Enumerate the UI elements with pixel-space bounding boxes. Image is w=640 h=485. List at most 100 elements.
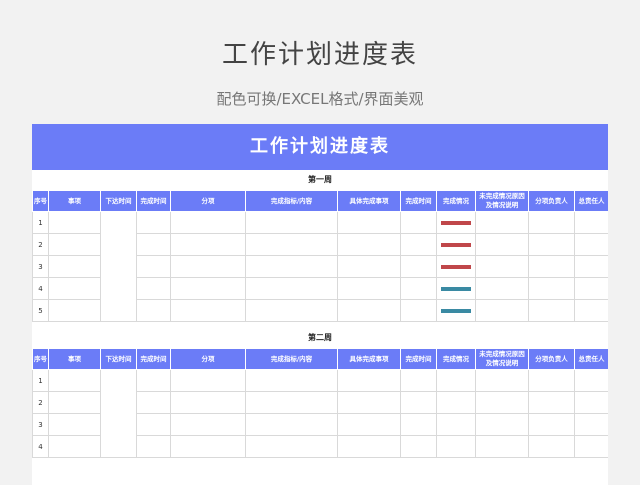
table-cell[interactable] xyxy=(170,299,246,322)
table-cell[interactable] xyxy=(400,413,437,436)
table-cell[interactable] xyxy=(48,255,101,278)
table-cell[interactable] xyxy=(170,233,246,256)
table-cell[interactable] xyxy=(337,369,401,392)
table-cell[interactable] xyxy=(475,277,529,300)
table-cell[interactable] xyxy=(574,255,608,278)
table-cell[interactable] xyxy=(245,233,338,256)
completion-status-cell[interactable] xyxy=(436,233,476,256)
table-cell[interactable] xyxy=(475,435,529,458)
page-title: 工作计划进度表 xyxy=(221,40,418,70)
table-cell[interactable] xyxy=(136,255,171,278)
row-number: 2 xyxy=(32,233,49,256)
table-cell[interactable] xyxy=(48,413,101,436)
table-cell[interactable] xyxy=(48,391,101,414)
table-cell[interactable] xyxy=(400,299,437,322)
table-cell[interactable] xyxy=(245,299,338,322)
table-cell[interactable] xyxy=(528,233,575,256)
table-cell[interactable] xyxy=(48,277,101,300)
completion-status-cell[interactable] xyxy=(436,369,476,392)
table-cell[interactable] xyxy=(136,369,171,392)
table-cell[interactable] xyxy=(528,369,575,392)
table-cell[interactable] xyxy=(245,211,338,234)
completion-status-cell[interactable] xyxy=(436,299,476,322)
table-cell[interactable] xyxy=(170,369,246,392)
table-cell[interactable] xyxy=(48,299,101,322)
table-cell[interactable] xyxy=(136,211,171,234)
table-cell[interactable] xyxy=(170,277,246,300)
table-cell[interactable] xyxy=(337,413,401,436)
completion-status-cell[interactable] xyxy=(436,255,476,278)
issued-time-merged-cell[interactable] xyxy=(100,369,137,458)
table-cell[interactable] xyxy=(400,369,437,392)
table-cell[interactable] xyxy=(475,255,529,278)
table-cell[interactable] xyxy=(574,413,608,436)
table-cell[interactable] xyxy=(170,435,246,458)
table-cell[interactable] xyxy=(574,391,608,414)
table-cell[interactable] xyxy=(528,413,575,436)
table-cell[interactable] xyxy=(136,435,171,458)
table-cell[interactable] xyxy=(337,435,401,458)
table-cell[interactable] xyxy=(574,233,608,256)
table-cell[interactable] xyxy=(574,299,608,322)
table-cell[interactable] xyxy=(475,233,529,256)
completion-status-cell[interactable] xyxy=(436,211,476,234)
header-row: 序号 事项 下达时间 完成时间 分项 完成指标/内容 具体完成事项 完成时间 完成情况 未完成情况… xyxy=(32,348,608,370)
table-cell[interactable] xyxy=(528,435,575,458)
table-cell[interactable] xyxy=(136,233,171,256)
table-cell[interactable] xyxy=(170,211,246,234)
table-cell[interactable] xyxy=(245,435,338,458)
table-cell[interactable] xyxy=(337,211,401,234)
table-cell[interactable] xyxy=(528,391,575,414)
table-cell[interactable] xyxy=(48,211,101,234)
column-header: 事项 xyxy=(48,348,101,370)
completion-status-cell[interactable] xyxy=(436,277,476,300)
table-cell[interactable] xyxy=(337,255,401,278)
table-cell[interactable] xyxy=(337,299,401,322)
table-cell[interactable] xyxy=(245,391,338,414)
table-cell[interactable] xyxy=(136,277,171,300)
table-cell[interactable] xyxy=(574,211,608,234)
table-cell[interactable] xyxy=(170,413,246,436)
completion-status-cell[interactable] xyxy=(436,391,476,414)
table-cell[interactable] xyxy=(475,211,529,234)
table-cell[interactable] xyxy=(400,435,437,458)
table-cell[interactable] xyxy=(528,277,575,300)
table-cell[interactable] xyxy=(475,299,529,322)
table-cell[interactable] xyxy=(574,369,608,392)
table-cell[interactable] xyxy=(170,391,246,414)
table-cell[interactable] xyxy=(48,435,101,458)
table-cell[interactable] xyxy=(245,413,338,436)
table-cell[interactable] xyxy=(136,413,171,436)
table-cell[interactable] xyxy=(400,233,437,256)
table-cell[interactable] xyxy=(48,233,101,256)
table-cell[interactable] xyxy=(475,369,529,392)
completion-status-cell[interactable] xyxy=(436,435,476,458)
table-cell[interactable] xyxy=(400,255,437,278)
table-cell[interactable] xyxy=(400,391,437,414)
row-number: 2 xyxy=(32,391,49,414)
table-cell[interactable] xyxy=(528,255,575,278)
table-cell[interactable] xyxy=(574,435,608,458)
table-cell[interactable] xyxy=(245,369,338,392)
table-cell[interactable] xyxy=(170,255,246,278)
table-cell[interactable] xyxy=(136,391,171,414)
table-cell[interactable] xyxy=(245,255,338,278)
table-cell[interactable] xyxy=(475,391,529,414)
column-header: 完成情况 xyxy=(436,190,476,212)
table-cell[interactable] xyxy=(136,299,171,322)
table-cell[interactable] xyxy=(528,211,575,234)
table-cell[interactable] xyxy=(337,277,401,300)
completion-status-cell[interactable] xyxy=(436,413,476,436)
table-cell[interactable] xyxy=(574,277,608,300)
issued-time-merged-cell[interactable] xyxy=(100,211,137,322)
table-cell[interactable] xyxy=(48,369,101,392)
table-cell[interactable] xyxy=(400,277,437,300)
row-number: 5 xyxy=(32,299,49,322)
table-cell[interactable] xyxy=(528,299,575,322)
column-header: 总责任人 xyxy=(574,348,608,370)
table-cell[interactable] xyxy=(245,277,338,300)
table-cell[interactable] xyxy=(337,233,401,256)
table-cell[interactable] xyxy=(475,413,529,436)
table-cell[interactable] xyxy=(337,391,401,414)
table-cell[interactable] xyxy=(400,211,437,234)
